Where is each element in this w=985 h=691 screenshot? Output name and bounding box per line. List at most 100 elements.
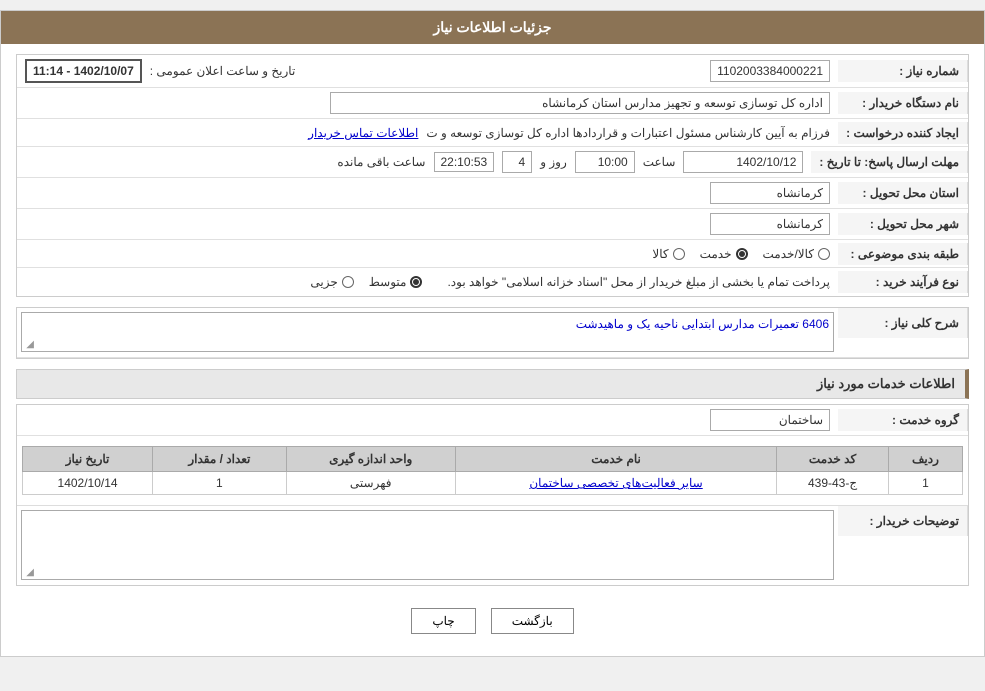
- province-delivery-label: استان محل تحویل :: [838, 182, 968, 204]
- need-number-value-cell: 1102003384000221 تاریخ و ساعت اعلان عموم…: [17, 55, 838, 87]
- category-kala-item[interactable]: کالا: [652, 247, 684, 261]
- need-description-row: شرح کلی نیاز : 6406 تعمیرات مدارس ابتدای…: [17, 308, 968, 358]
- category-value-cell: کالا/خدمت خدمت کالا: [17, 243, 838, 265]
- province-delivery-box: کرمانشاه: [710, 182, 830, 204]
- city-delivery-box: کرمانشاه: [710, 213, 830, 235]
- services-table-header-row: ردیف کد خدمت نام خدمت واحد اندازه گیری ت…: [23, 447, 963, 472]
- buyer-org-box: اداره کل توسازی توسعه و تجهیز مدارس استا…: [330, 92, 830, 114]
- purchase-type-label: نوع فرآیند خرید :: [838, 271, 968, 293]
- buyer-org-row: نام دستگاه خریدار : اداره کل توسازی توسع…: [17, 88, 968, 119]
- category-kala-khadamat-item[interactable]: کالا/خدمت: [763, 247, 830, 261]
- purchase-mottasat-label: متوسط: [369, 275, 407, 289]
- deadline-remaining-label: ساعت باقی مانده: [337, 155, 425, 169]
- buyer-org-value-cell: اداره کل توسازی توسعه و تجهیز مدارس استا…: [17, 88, 838, 118]
- back-button[interactable]: بازگشت: [491, 608, 574, 634]
- group-service-row: گروه خدمت : ساختمان: [17, 405, 968, 436]
- cell-service-name-link[interactable]: سایر فعالیت‌های تخصصی ساختمان: [529, 476, 702, 490]
- category-kala-label: کالا: [652, 247, 668, 261]
- buyer-org-text: اداره کل توسازی توسعه و تجهیز مدارس استا…: [542, 96, 823, 110]
- need-description-text: 6406 تعمیرات مدارس ابتدایی ناحیه یک و ما…: [576, 317, 829, 331]
- deadline-date-text: 1402/10/12: [736, 155, 796, 169]
- purchase-jozvi-item[interactable]: جزیی: [310, 275, 353, 289]
- buyer-description-textarea[interactable]: ◢: [21, 510, 834, 580]
- need-number-row: شماره نیاز : 1102003384000221 تاریخ و سا…: [17, 55, 968, 88]
- deadline-days-box: 4: [502, 151, 532, 173]
- category-radio-group: کالا/خدمت خدمت کالا: [652, 247, 830, 261]
- services-table-container: ردیف کد خدمت نام خدمت واحد اندازه گیری ت…: [17, 436, 968, 500]
- category-khadamat-item[interactable]: خدمت: [700, 247, 748, 261]
- purchase-description-text: پرداخت تمام یا بخشی از مبلغ خریدار از مح…: [447, 275, 830, 289]
- creator-value-cell: فرزام به آیین کارشناس مسئول اعتبارات و ق…: [17, 122, 838, 144]
- header-title: جزئیات اطلاعات نیاز: [433, 19, 551, 35]
- purchase-mottasat-radio[interactable]: [410, 276, 422, 288]
- need-number-box: 1102003384000221: [710, 60, 830, 82]
- table-row: 1ج-43-439 سایر فعالیت‌های تخصصی ساختمان فه…: [23, 472, 963, 495]
- col-service-name: نام خدمت: [455, 447, 776, 472]
- col-service-code: کد خدمت: [777, 447, 889, 472]
- announcement-label: تاریخ و ساعت اعلان عمومی :: [150, 64, 296, 78]
- deadline-row: مهلت ارسال پاسخ: تا تاریخ : 1402/10/12 س…: [17, 147, 968, 178]
- category-label: طبقه بندی موضوعی :: [838, 243, 968, 265]
- purchase-type-row: نوع فرآیند خرید : پرداخت تمام یا بخشی از…: [17, 268, 968, 296]
- deadline-value-cell: 1402/10/12 ساعت 10:00 روز و 4 22:10:53 س…: [17, 147, 811, 177]
- group-service-value: ساختمان: [17, 405, 838, 435]
- deadline-days-text: 4: [519, 155, 526, 169]
- category-kala-khadamat-radio[interactable]: [818, 248, 830, 260]
- city-delivery-value-cell: کرمانشاه: [17, 209, 838, 239]
- cell-unit: فهرستی: [286, 472, 455, 495]
- need-number-label: شماره نیاز :: [838, 60, 968, 82]
- main-info-section: شماره نیاز : 1102003384000221 تاریخ و سا…: [16, 54, 969, 297]
- resize-handle-icon: ◢: [24, 339, 34, 349]
- services-section: گروه خدمت : ساختمان ردیف کد خدمت نام خدم…: [16, 404, 969, 586]
- need-description-textarea: 6406 تعمیرات مدارس ابتدایی ناحیه یک و ما…: [21, 312, 834, 352]
- cell-row-num: 1: [888, 472, 962, 495]
- cell-date: 1402/10/14: [23, 472, 153, 495]
- purchase-jozvi-label: جزیی: [310, 275, 337, 289]
- deadline-time-box: 10:00: [575, 151, 635, 173]
- buyer-textarea-resize-icon: ◢: [24, 567, 34, 577]
- cell-service-code: ج-43-439: [777, 472, 889, 495]
- category-khadamat-label: خدمت: [700, 247, 732, 261]
- buyer-description-label: توضیحات خریدار :: [838, 506, 968, 536]
- group-service-text: ساختمان: [779, 413, 823, 427]
- buyer-description-value: ◢: [17, 506, 838, 584]
- announcement-date-box: 1402/10/07 - 11:14: [25, 59, 142, 83]
- purchase-mottasat-item[interactable]: متوسط: [369, 275, 423, 289]
- buyer-org-label: نام دستگاه خریدار :: [838, 92, 968, 114]
- province-delivery-value-cell: کرمانشاه: [17, 178, 838, 208]
- col-unit: واحد اندازه گیری: [286, 447, 455, 472]
- footer-buttons: بازگشت چاپ: [16, 596, 969, 646]
- city-delivery-row: شهر محل تحویل : کرمانشاه: [17, 209, 968, 240]
- col-date: تاریخ نیاز: [23, 447, 153, 472]
- print-button[interactable]: چاپ: [411, 608, 475, 634]
- creator-label: ایجاد کننده درخواست :: [838, 122, 968, 144]
- col-quantity: تعداد / مقدار: [153, 447, 286, 472]
- cell-service-name[interactable]: سایر فعالیت‌های تخصصی ساختمان: [455, 472, 776, 495]
- group-service-label: گروه خدمت :: [838, 409, 968, 431]
- col-row-num: ردیف: [888, 447, 962, 472]
- need-description-label: شرح کلی نیاز :: [838, 308, 968, 338]
- deadline-time-remaining: 22:10:53: [434, 152, 495, 172]
- province-delivery-text: کرمانشاه: [777, 186, 823, 200]
- deadline-time-label: ساعت: [643, 155, 676, 169]
- purchase-jozvi-radio[interactable]: [342, 276, 354, 288]
- buyer-description-section: توضیحات خریدار : ◢: [17, 505, 968, 585]
- category-khadamat-radio[interactable]: [736, 248, 748, 260]
- purchase-type-value-cell: پرداخت تمام یا بخشی از مبلغ خریدار از مح…: [17, 271, 838, 293]
- province-delivery-row: استان محل تحویل : کرمانشاه: [17, 178, 968, 209]
- purchase-type-radio-group: پرداخت تمام یا بخشی از مبلغ خریدار از مح…: [310, 275, 830, 289]
- services-section-header: اطلاعات خدمات مورد نیاز: [16, 369, 969, 399]
- creator-text: فرزام به آیین کارشناس مسئول اعتبارات و ق…: [426, 126, 830, 140]
- deadline-label: مهلت ارسال پاسخ: تا تاریخ :: [811, 151, 968, 173]
- need-description-section: شرح کلی نیاز : 6406 تعمیرات مدارس ابتدای…: [16, 307, 969, 359]
- group-service-box: ساختمان: [710, 409, 830, 431]
- need-number-text: 1102003384000221: [717, 64, 823, 78]
- category-kala-radio[interactable]: [673, 248, 685, 260]
- need-description-value: 6406 تعمیرات مدارس ابتدایی ناحیه یک و ما…: [17, 308, 838, 356]
- category-row: طبقه بندی موضوعی : کالا/خدمت خدمت: [17, 240, 968, 268]
- city-delivery-label: شهر محل تحویل :: [838, 213, 968, 235]
- city-delivery-text: کرمانشاه: [777, 217, 823, 231]
- deadline-time-text: 10:00: [598, 155, 628, 169]
- deadline-date-box: 1402/10/12: [683, 151, 803, 173]
- creator-contact-link[interactable]: اطلاعات تماس خریدار: [308, 126, 418, 140]
